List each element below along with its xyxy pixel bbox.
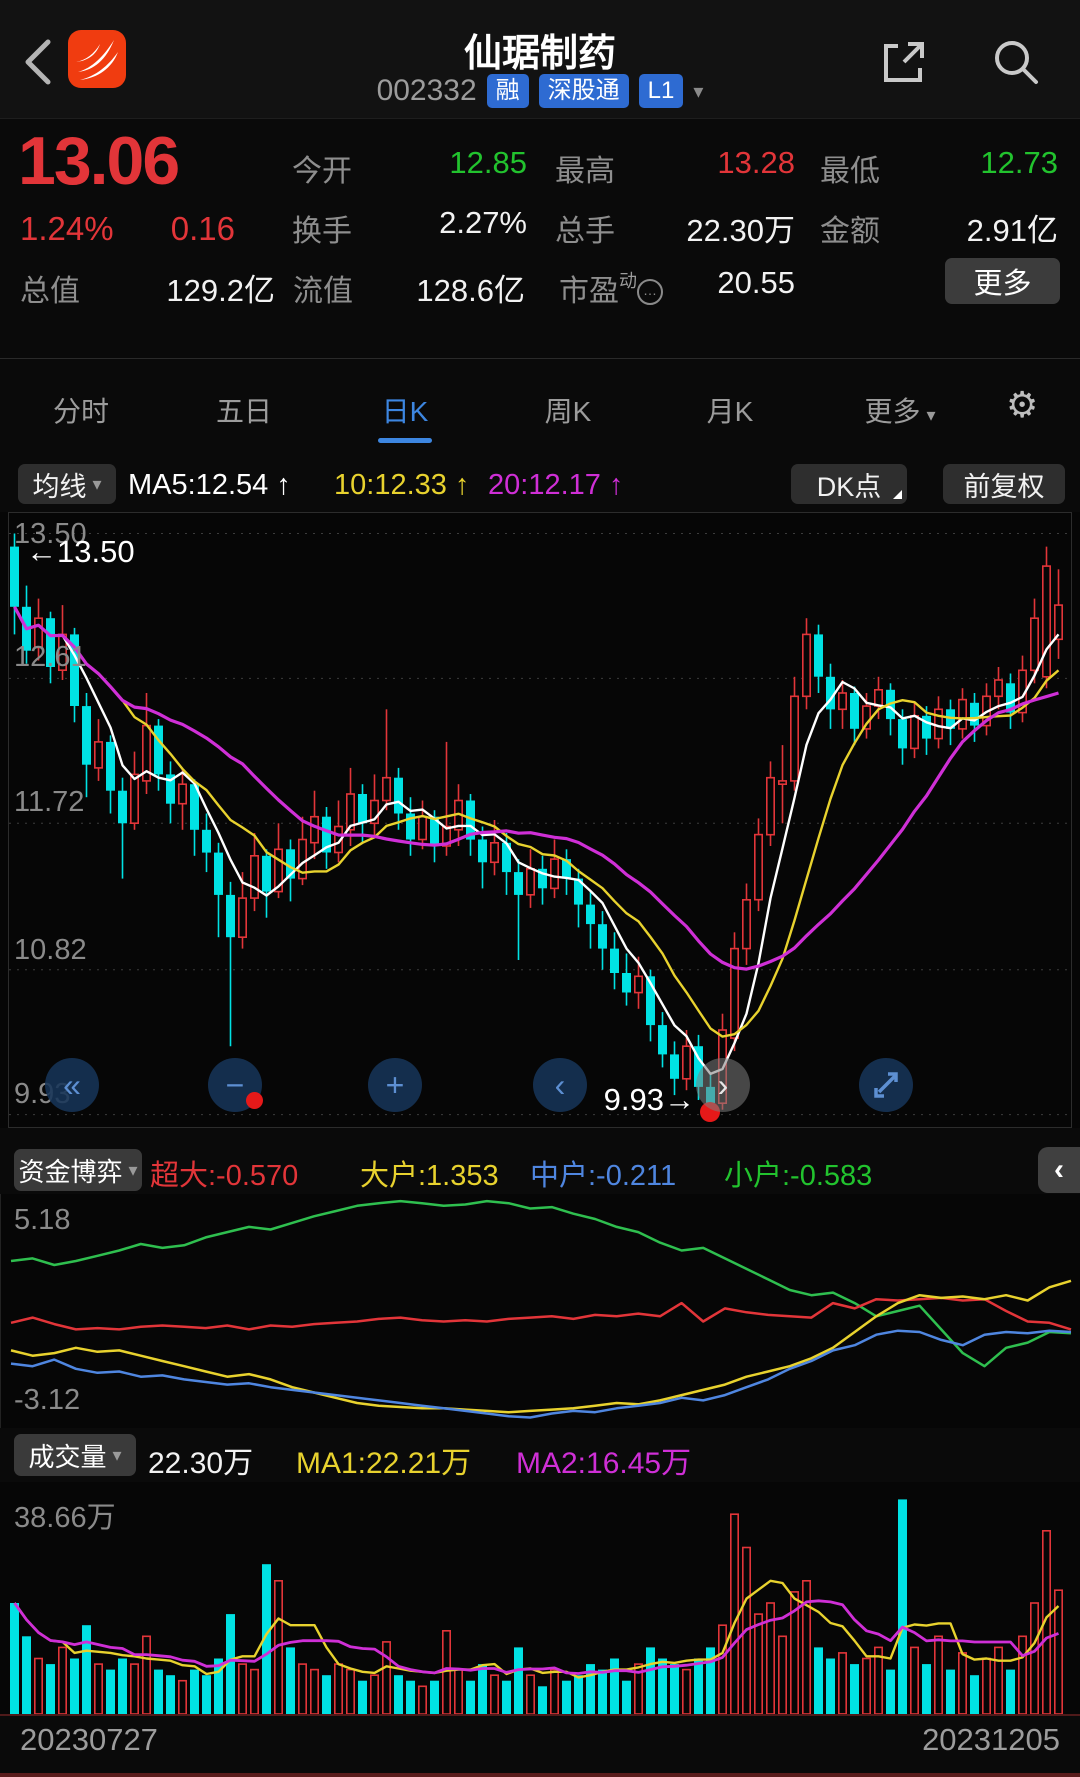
zoom-in-button[interactable]: + <box>368 1058 422 1112</box>
fund-large: 大户:1.353 <box>360 1152 499 1194</box>
gear-icon[interactable]: ⚙ <box>1006 384 1038 426</box>
high-value: 13.28 <box>600 145 795 181</box>
float-cap-value: 128.6亿 <box>390 265 525 310</box>
low-value: 12.73 <box>858 145 1058 181</box>
tab-daily-k[interactable]: 日K <box>382 390 429 430</box>
pe-dynamic-sup: 动 <box>619 271 637 291</box>
dk-point-button[interactable]: DK点 <box>791 464 907 504</box>
volume-baseline <box>0 1714 1080 1716</box>
volume-axis-max: 38.66万 <box>14 1494 116 1536</box>
fund-game-selector-button[interactable]: 资金博弈▾ <box>14 1149 142 1191</box>
pe-value: 20.55 <box>680 265 795 301</box>
pan-left-button[interactable]: ‹ <box>533 1058 587 1112</box>
fund-small: 小户:-0.583 <box>724 1152 872 1194</box>
next-panel-edge <box>0 1773 1080 1777</box>
kline-chart[interactable] <box>0 512 1080 1128</box>
ma5-line <box>15 607 1059 1074</box>
stock-code: 002332 <box>377 74 477 108</box>
expand-arrows-icon <box>859 1058 913 1112</box>
tab-5day[interactable]: 五日 <box>216 390 272 430</box>
zoom-out-button[interactable]: − <box>208 1058 262 1112</box>
volume-selector-caret-icon: ▾ <box>112 1445 121 1466</box>
tabs-top-divider <box>0 358 1080 359</box>
market-cap-value: 129.2亿 <box>110 265 275 310</box>
ma10-value: 10:12.33 ↑ <box>334 469 469 502</box>
active-tab-underline <box>378 438 432 443</box>
volume-ma2: MA2:16.45万 <box>516 1438 691 1482</box>
change-percent: 1.24% <box>20 210 114 248</box>
ma20-value: 20:12.17 ↑ <box>488 469 623 502</box>
tab-more[interactable]: 更多▾ <box>864 390 935 430</box>
fund-line-超大 <box>11 1298 1071 1330</box>
fund-axis-min: -3.12 <box>14 1384 80 1417</box>
forward-adjust-button[interactable]: 前复权 <box>943 464 1065 504</box>
kline-axis-10-82: 10.82 <box>14 934 87 967</box>
tab-monthly-k[interactable]: 月K <box>707 390 754 430</box>
fund-flow-chart[interactable] <box>0 1194 1080 1428</box>
fund-medium: 中户:-0.211 <box>530 1152 676 1194</box>
pe-info-icon[interactable]: … <box>637 279 663 305</box>
panel-collapse-button[interactable]: ‹ <box>1038 1147 1080 1193</box>
float-cap-label: 流值 <box>293 266 353 310</box>
total-lots-value: 22.30万 <box>600 205 795 250</box>
rewind-button[interactable]: « <box>45 1058 99 1112</box>
share-icon[interactable] <box>878 36 930 88</box>
tab-weekly-k[interactable]: 周K <box>545 390 592 430</box>
kline-axis-11-72: 11.72 <box>14 786 84 819</box>
ma-selector-button[interactable]: 均线▾ <box>18 464 116 504</box>
subtitle-caret-icon[interactable]: ▾ <box>693 79 703 104</box>
fund-selector-caret-icon: ▾ <box>128 1160 137 1181</box>
volume-current: 22.30万 <box>148 1438 253 1482</box>
szconnect-badge: 深股通 <box>539 74 629 108</box>
pe-label: 市盈动… <box>559 266 663 310</box>
date-end: 20231205 <box>860 1722 1060 1758</box>
fullscreen-button[interactable] <box>859 1058 913 1112</box>
margin-badge: 融 <box>487 74 529 108</box>
level-badge: L1 <box>639 74 684 108</box>
market-cap-label: 总值 <box>20 266 80 310</box>
amount-value: 2.91亿 <box>858 205 1058 250</box>
kline-grid <box>9 513 1072 1128</box>
more-button[interactable]: 更多 <box>945 258 1060 304</box>
pan-right-button[interactable]: › <box>696 1058 750 1112</box>
minus-glyph: − <box>226 1067 245 1104</box>
high-price-annotation: ←13.50 <box>26 534 135 570</box>
tab-minute[interactable]: 分时 <box>53 390 109 430</box>
fund-super-large: 超大:-0.570 <box>150 1152 298 1194</box>
fund-axis-max: 5.18 <box>14 1204 70 1237</box>
date-start: 20230727 <box>20 1722 158 1758</box>
volume-ma1: MA1:22.21万 <box>296 1438 471 1482</box>
volume-chart[interactable] <box>0 1482 1080 1716</box>
zoom-out-badge <box>246 1092 263 1109</box>
fund-line-中户 <box>11 1331 1071 1418</box>
fund-line-小户 <box>11 1201 1071 1366</box>
change-amount: 0.16 <box>150 210 235 248</box>
open-value: 12.85 <box>335 145 527 181</box>
volume-bars <box>10 1499 1062 1714</box>
ma5-value: MA5:12.54 ↑ <box>128 469 291 502</box>
tab-more-caret-icon: ▾ <box>926 405 935 425</box>
turnover-value: 2.27% <box>335 205 527 241</box>
current-price: 13.06 <box>18 122 178 200</box>
search-icon[interactable] <box>988 34 1044 90</box>
ma-selector-caret-icon: ▾ <box>92 474 101 495</box>
volume-selector-button[interactable]: 成交量▾ <box>14 1434 136 1476</box>
header: 仙琚制药 002332 融 深股通 L1 ▾ <box>0 0 1080 119</box>
kline-axis-12-61: 12.61 <box>14 641 87 674</box>
